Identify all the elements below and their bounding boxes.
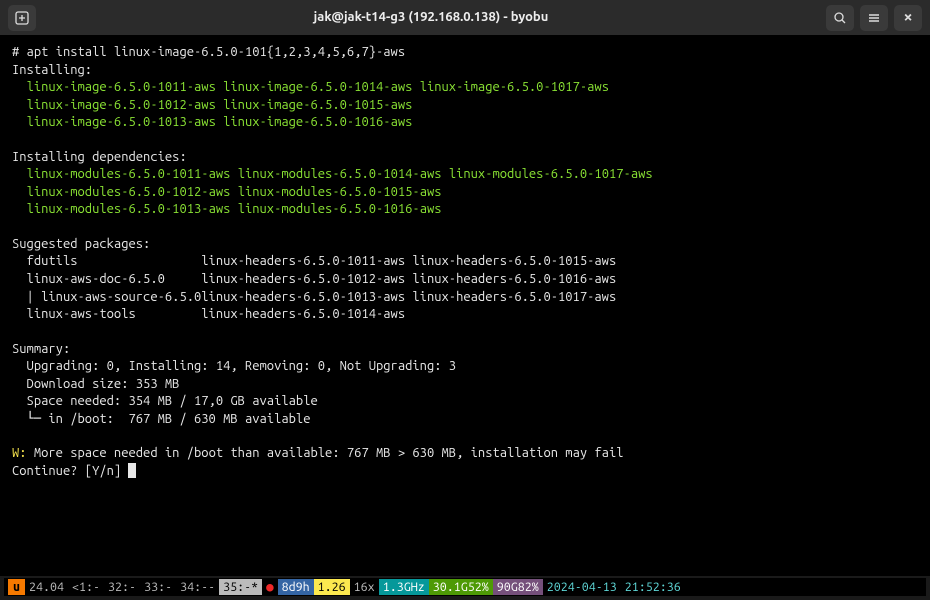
distro-badge: u: [8, 579, 25, 596]
close-button[interactable]: ×: [894, 5, 922, 31]
load: <1:-: [68, 579, 104, 596]
cpu-cores: 16x: [350, 579, 379, 596]
time: 21:52:36: [621, 579, 685, 596]
menu-button[interactable]: [860, 5, 888, 31]
cpu-freq: 1.3GHz: [379, 579, 429, 596]
titlebar: jak@jak-t14-g3 (192.168.0.138) - byobu ×: [0, 0, 930, 36]
terminal-output[interactable]: # apt install linux-image-6.5.0-101{1,2,…: [0, 36, 930, 576]
uptime: 8d9h: [278, 579, 314, 596]
cursor: [128, 463, 136, 478]
disk-usage: 90G82%: [493, 579, 543, 596]
new-tab-button[interactable]: [8, 5, 36, 31]
search-button[interactable]: [826, 5, 854, 31]
window-35-active: 35:-*: [219, 579, 262, 596]
memory-usage: 30.1G52%: [429, 579, 493, 596]
version: 24.04: [25, 579, 68, 596]
load-average: 1.26: [314, 579, 350, 596]
window-33: 33:-: [140, 579, 176, 596]
byobu-statusbar: u 24.04 <1:- 32:- 33:- 34:-- 35:-* ● 8d9…: [4, 578, 926, 596]
date: 2024-04-13: [543, 579, 621, 596]
window-title: jak@jak-t14-g3 (192.168.0.138) - byobu: [44, 9, 818, 27]
reboot-indicator-icon: ●: [262, 579, 278, 596]
window-32: 32:-: [104, 579, 140, 596]
window-34: 34:--: [176, 579, 219, 596]
